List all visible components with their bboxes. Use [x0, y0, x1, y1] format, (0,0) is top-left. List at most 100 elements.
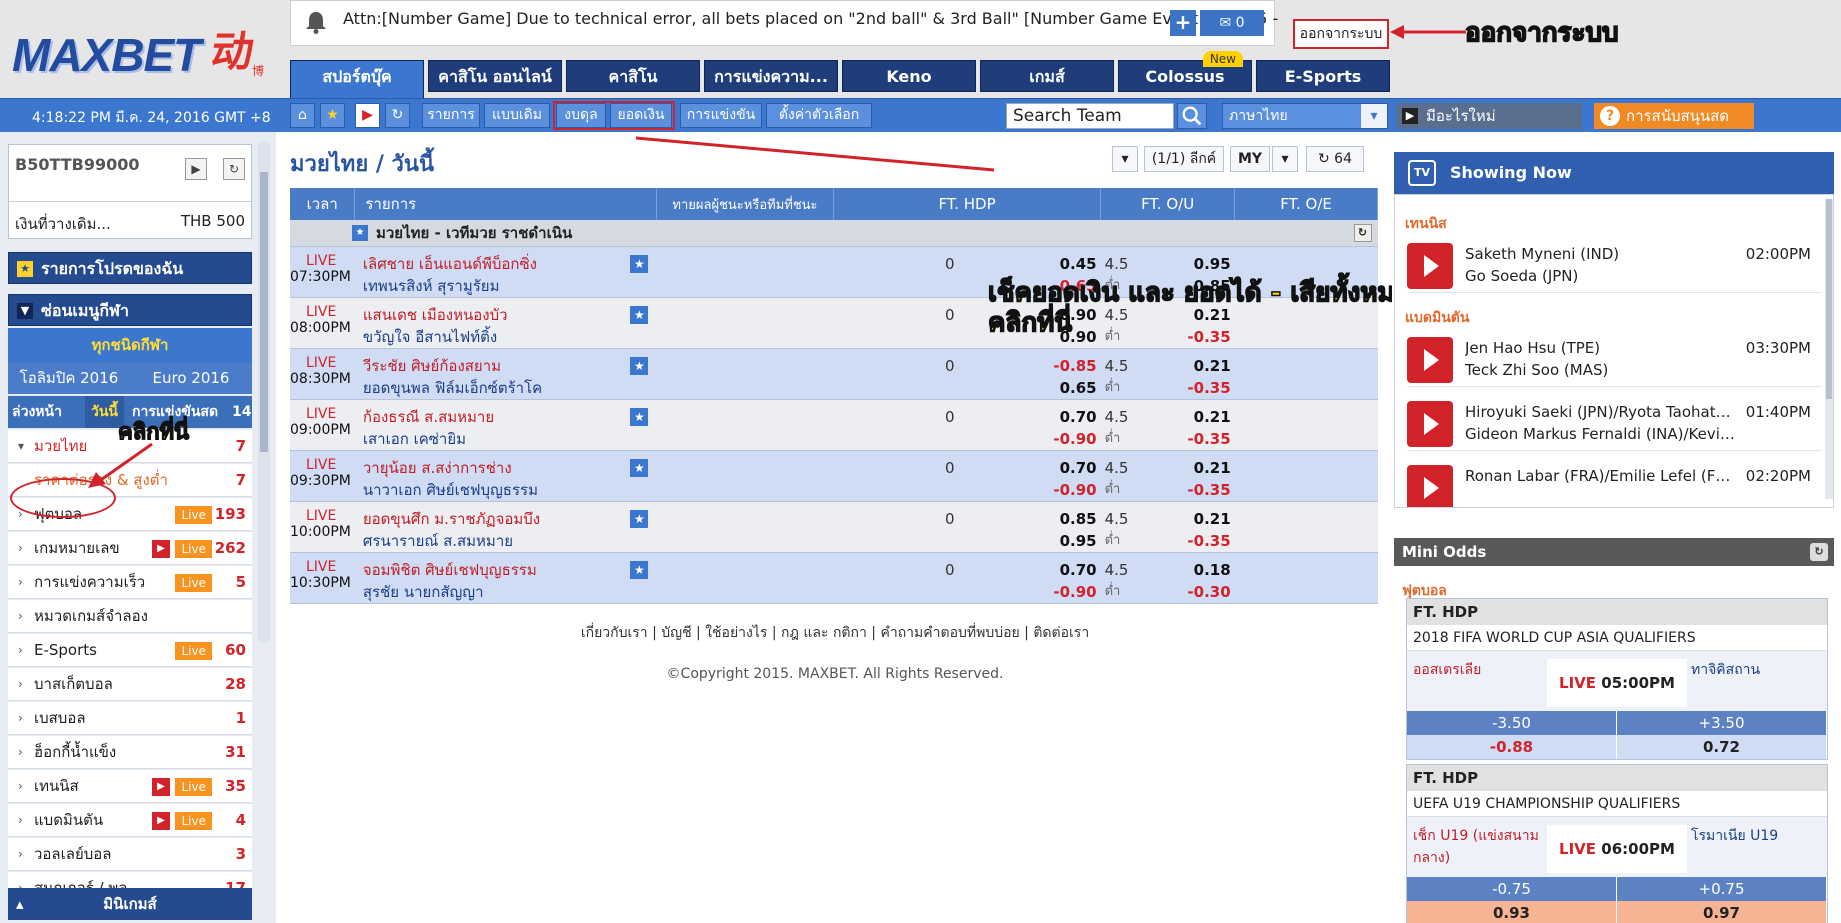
ou-under-odds[interactable]: -0.35: [1101, 428, 1235, 450]
refresh-icon[interactable]: ↻: [223, 158, 245, 180]
hdp-away-odds[interactable]: -0.90: [967, 428, 1101, 450]
sidebar-item-tennis[interactable]: › เทนนิส ▶ Live 35: [8, 770, 252, 803]
odds-type-select[interactable]: MY: [1230, 146, 1270, 172]
refresh-countdown[interactable]: ↻ 64: [1306, 146, 1364, 172]
away-fighter[interactable]: นาวาเอก ศิษย์เชฟบุญธรรม: [363, 479, 657, 501]
away-fighter[interactable]: ยอดขุนพล ฟิล์มเอ็กซ์ตร้าโค: [363, 377, 657, 399]
ou-under-odds[interactable]: -0.35: [1101, 479, 1235, 501]
add-favorite-icon[interactable]: ★: [630, 356, 649, 375]
sidebar-item-number-game[interactable]: › เกมหมายเลข ▶ Live 262: [8, 532, 252, 565]
add-favorite-icon[interactable]: ★: [630, 509, 649, 528]
home-fighter[interactable]: วีระชัย ศิษย์ก้องสยาม: [363, 355, 657, 377]
hdp-home-odds[interactable]: 0.85: [967, 508, 1101, 530]
list-item[interactable]: Jen Hao Hsu (TPE) Teck Zhi Soo (MAS) 03:…: [1407, 329, 1821, 387]
home-fighter[interactable]: วายุน้อย ส.สง่าการช่าง: [363, 457, 657, 479]
hdp-away-odds[interactable]: 0.65: [967, 377, 1101, 399]
odds-away[interactable]: 0.97: [1617, 901, 1827, 923]
hdp-home-odds[interactable]: 0.70: [967, 559, 1101, 581]
sidebar-item-baseball[interactable]: › เบสบอล 1: [8, 702, 252, 735]
list-item[interactable]: Saketh Myneni (IND) Go Soeda (JPN) 02:00…: [1407, 235, 1821, 293]
classic-view-button[interactable]: แบบเดิม: [484, 103, 550, 128]
category-badminton[interactable]: แบดมินตัน: [1405, 307, 1469, 329]
home-fighter[interactable]: เลิศชาย เอ็นแอนด์พีบ็อกซิ่ง: [363, 253, 657, 275]
ou-under-odds[interactable]: -0.30: [1101, 581, 1235, 603]
hdp-home-odds[interactable]: -0.85: [967, 355, 1101, 377]
preferences-button[interactable]: ตั้งค่าตัวเลือก: [766, 103, 872, 128]
sidebar-scrollbar[interactable]: [258, 142, 270, 642]
hdp-away-odds[interactable]: -0.90: [967, 479, 1101, 501]
tab-sportsbook[interactable]: สปอร์ตบุ๊ค: [290, 60, 424, 98]
live-support-button[interactable]: ? การสนับสนุนสด: [1594, 103, 1754, 129]
scroll-thumb[interactable]: [260, 172, 268, 452]
star-icon[interactable]: ★: [352, 225, 368, 241]
play-icon[interactable]: [1407, 243, 1453, 289]
league-pager[interactable]: (1/1) ลีกค์: [1144, 146, 1224, 172]
hide-sports-menu-header[interactable]: ▼ ซ่อนเมนูกีฬา: [8, 294, 252, 326]
away-fighter[interactable]: เสาเอก เคซ่ายิม: [363, 428, 657, 450]
sidebar-item-volleyball[interactable]: › วอลเลย์บอล 3: [8, 838, 252, 871]
ou-under-odds[interactable]: -0.35: [1101, 530, 1235, 552]
chevron-down-icon[interactable]: ▾: [1272, 146, 1298, 172]
add-favorite-icon[interactable]: ★: [630, 305, 649, 324]
add-favorite-icon[interactable]: ★: [630, 254, 649, 273]
chevron-down-icon[interactable]: ▾: [1112, 146, 1138, 172]
whats-new-button[interactable]: ▶ มีอะไรใหม่: [1396, 103, 1582, 129]
tab-early[interactable]: ล่วงหน้า: [12, 396, 62, 428]
tab-casino[interactable]: คาสิโน: [566, 60, 700, 92]
odds-home[interactable]: 0.93: [1407, 901, 1617, 923]
home-fighter[interactable]: ก้องธรณี ส.สมหมาย: [363, 406, 657, 428]
odds-away[interactable]: 0.72: [1617, 735, 1827, 759]
language-select[interactable]: ภาษาไทย ▾: [1222, 103, 1388, 129]
scroll-thumb[interactable]: [1826, 199, 1832, 399]
maxbet-logo[interactable]: MAXBET 动 博: [12, 18, 274, 84]
showing-now-scrollbar[interactable]: [1825, 199, 1833, 499]
tab-racing[interactable]: การแข่งความ...: [704, 60, 838, 92]
ou-under-odds[interactable]: -0.35: [1101, 326, 1235, 348]
expand-announcement-button[interactable]: +: [1170, 10, 1196, 36]
footer-links[interactable]: เกี่ยวกับเรา | บัญชี | ใช้อย่างไร | กฎ แ…: [286, 622, 1384, 644]
play-icon[interactable]: [1407, 337, 1453, 383]
tab-online-casino[interactable]: คาสิโน ออนไลน์: [428, 60, 562, 92]
olympic-2016-link[interactable]: โอลิมปิค 2016: [8, 362, 130, 394]
mini-games-header[interactable]: ▴ มินิเกมส์: [8, 888, 252, 920]
home-fighter[interactable]: แสนเดช เมืองหนองบัว: [363, 304, 657, 326]
tab-keno[interactable]: Keno: [842, 60, 976, 92]
sidebar-item-racing[interactable]: › การแข่งความเร็ว Live 5: [8, 566, 252, 599]
star-icon[interactable]: ★: [320, 103, 345, 128]
refresh-icon[interactable]: ↻: [1810, 543, 1828, 561]
sidebar-item-basketball[interactable]: › บาสเก็ตบอล 28: [8, 668, 252, 701]
away-fighter[interactable]: เทพนรสิงห์ สุรามูรัยม: [363, 275, 657, 297]
odds-home[interactable]: -0.88: [1407, 735, 1617, 759]
category-tennis[interactable]: เทนนิส: [1405, 213, 1447, 235]
home-icon[interactable]: ⌂: [290, 103, 315, 128]
play-icon[interactable]: [1407, 465, 1453, 507]
euro-2016-link[interactable]: Euro 2016: [130, 362, 252, 394]
my-favorites-header[interactable]: ★ รายการโปรดของฉัน: [8, 252, 252, 284]
tab-colossus[interactable]: Colossus New: [1118, 51, 1252, 92]
search-button[interactable]: [1177, 103, 1207, 129]
sidebar-item-virtual-games[interactable]: › หมวดเกมส์จำลอง: [8, 600, 252, 633]
hdp-home-odds[interactable]: 0.70: [967, 457, 1101, 479]
chevron-right-icon[interactable]: ▶: [185, 158, 207, 180]
hdp-away-odds[interactable]: 0.95: [967, 530, 1101, 552]
search-team-input[interactable]: [1006, 103, 1174, 129]
away-fighter[interactable]: ศรนารายณ์ ส.สมหมาย: [363, 530, 657, 552]
racing-results-button[interactable]: การแข่งขัน: [680, 103, 762, 128]
hdp-away-odds[interactable]: -0.90: [967, 581, 1101, 603]
sidebar-item-esports[interactable]: › E-Sports Live 60: [8, 634, 252, 667]
add-favorite-icon[interactable]: ★: [630, 458, 649, 477]
ou-under-odds[interactable]: -0.35: [1101, 377, 1235, 399]
list-button[interactable]: รายการ: [422, 103, 480, 128]
sidebar-item-badminton[interactable]: › แบดมินตัน ▶ Live 4: [8, 804, 252, 837]
all-sports-button[interactable]: ทุกชนิดกีฬา: [8, 328, 252, 362]
logout-button[interactable]: ออกจากระบบ: [1293, 19, 1389, 49]
add-favorite-icon[interactable]: ★: [630, 407, 649, 426]
play-icon[interactable]: [1407, 401, 1453, 447]
away-fighter[interactable]: สุรชัย นายกสัญญา: [363, 581, 657, 603]
video-icon[interactable]: ▶: [355, 103, 380, 128]
list-item[interactable]: Ronan Labar (FRA)/Emilie Lefel (FRA) 02:…: [1407, 457, 1821, 507]
sidebar-item-ice-hockey[interactable]: › ฮ็อกกี้น้ำแข็ง 31: [8, 736, 252, 769]
tab-esports[interactable]: E-Sports: [1256, 60, 1390, 92]
away-fighter[interactable]: ขวัญใจ อีสานไฟท์ติ้ง: [363, 326, 657, 348]
refresh-icon[interactable]: ↻: [385, 103, 410, 128]
